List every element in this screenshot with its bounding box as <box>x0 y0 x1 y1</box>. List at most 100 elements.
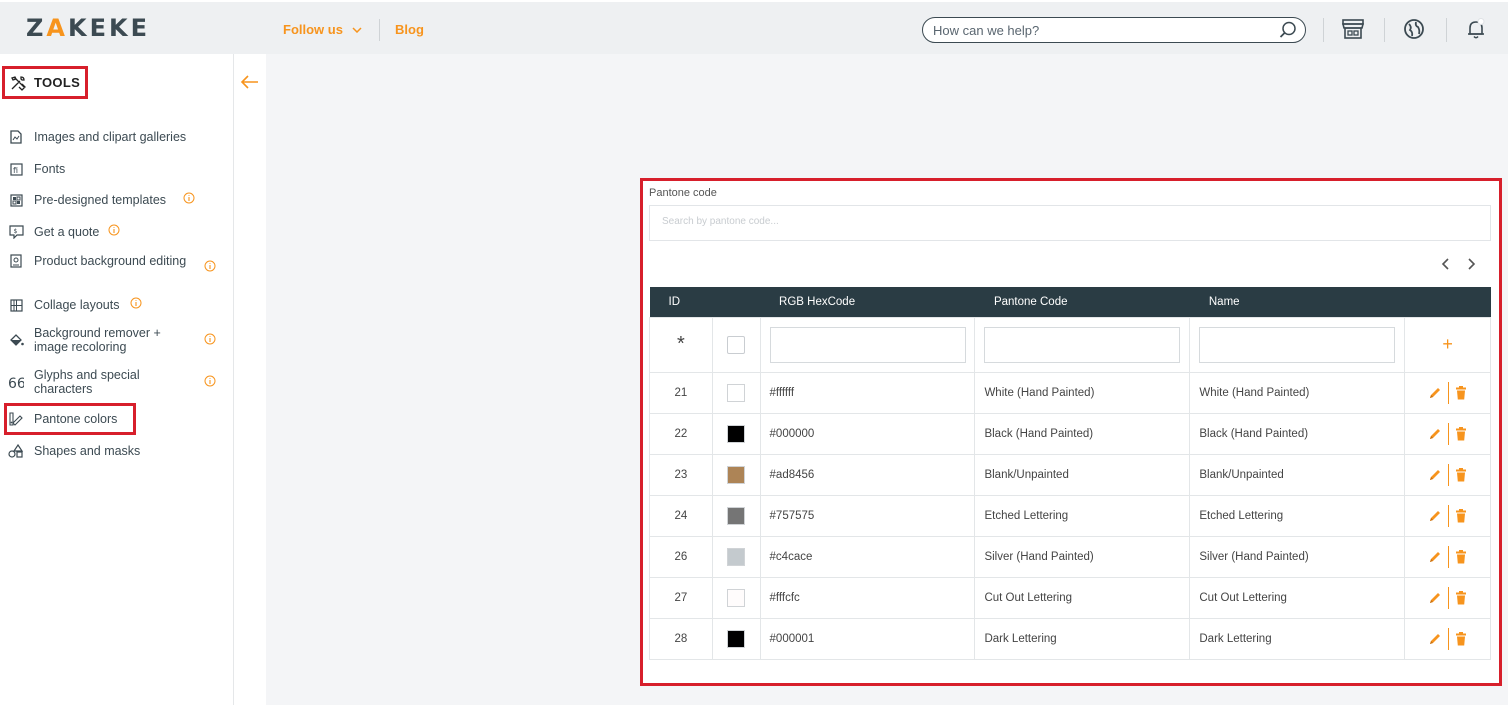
quote-marks-icon: 66 <box>8 376 24 388</box>
cell-name: Black (Hand Painted) <box>1189 412 1406 455</box>
action-divider <box>1448 545 1450 568</box>
row-actions <box>1404 453 1491 496</box>
info-icon[interactable] <box>204 333 216 345</box>
follow-us-menu[interactable]: Follow us <box>283 22 362 37</box>
info-icon[interactable] <box>183 192 195 204</box>
action-divider <box>1448 504 1450 527</box>
svg-text:66: 66 <box>8 376 24 388</box>
arrow-left-icon[interactable] <box>240 74 260 90</box>
new-name-input[interactable] <box>1199 326 1396 363</box>
cell-hex: #757575 <box>759 494 976 537</box>
blog-link[interactable]: Blog <box>395 22 424 37</box>
chevron-left-icon[interactable] <box>1439 257 1451 271</box>
cell-id: 21 <box>649 371 713 414</box>
template-icon <box>9 193 23 207</box>
table-row: 21 #ffffff White (Hand Painted) White (Hand… <box>649 371 1491 414</box>
table-row: 27 #fffcfc Cut Out Lettering Cut Out Letter… <box>649 576 1491 619</box>
tools-icon <box>11 75 26 91</box>
main-content: Pantone code ID RGB HexCode Pantone Code… <box>234 54 1508 705</box>
column-header-pantone[interactable]: Pantone Code <box>974 287 1190 317</box>
cell-hex: #000001 <box>759 617 976 660</box>
collapse-column <box>234 54 266 705</box>
pencil-icon[interactable] <box>1428 386 1442 400</box>
add-row-button[interactable]: + <box>1404 316 1491 373</box>
trash-icon[interactable] <box>1455 590 1467 605</box>
pantone-table: ID RGB HexCode Pantone Code Name * + 21 … <box>649 287 1491 660</box>
row-actions <box>1404 412 1491 455</box>
sidebar-item-pantone-colors[interactable]: Pantone colors <box>8 411 218 427</box>
color-swatch[interactable] <box>727 424 746 443</box>
sidebar-item-shapes-masks[interactable]: Shapes and masks <box>8 443 218 459</box>
color-swatch[interactable] <box>727 629 746 648</box>
new-row-checkbox[interactable] <box>727 335 746 354</box>
new-pantone-input[interactable] <box>984 326 1181 363</box>
help-search-box[interactable] <box>922 17 1306 43</box>
sidebar-item-glyphs[interactable]: 66 Glyphs and special characters <box>8 368 216 396</box>
pencil-icon[interactable] <box>1428 632 1442 646</box>
tools-title: TOOLS <box>34 75 81 90</box>
trash-icon[interactable] <box>1455 508 1467 523</box>
row-actions <box>1404 535 1491 578</box>
info-icon[interactable] <box>204 375 216 387</box>
chevron-right-icon[interactable] <box>1466 257 1478 271</box>
cell-name: White (Hand Painted) <box>1189 371 1406 414</box>
info-icon[interactable] <box>130 297 142 309</box>
sidebar-item-images-clipart[interactable]: Images and clipart galleries <box>8 129 218 145</box>
pantone-search-box[interactable] <box>649 205 1491 241</box>
store-icon[interactable] <box>1341 18 1365 40</box>
pencil-icon[interactable] <box>1428 550 1442 564</box>
info-icon[interactable] <box>108 224 120 236</box>
trash-icon[interactable] <box>1455 385 1467 400</box>
cell-hex: #ffffff <box>759 371 976 414</box>
action-divider <box>1448 463 1450 486</box>
pencil-icon[interactable] <box>1428 509 1442 523</box>
row-actions <box>1404 494 1491 537</box>
svg-text:$: $ <box>13 228 17 235</box>
pencil-icon[interactable] <box>1428 468 1442 482</box>
info-icon[interactable] <box>204 260 216 272</box>
tools-sidebar: TOOLS Images and clipart galleries fi Fo… <box>0 54 234 705</box>
sidebar-item-label: Collage layouts <box>34 298 120 312</box>
pencil-icon[interactable] <box>1428 591 1442 605</box>
action-divider <box>1448 586 1450 609</box>
trash-icon[interactable] <box>1455 549 1467 564</box>
color-swatch[interactable] <box>727 383 746 402</box>
sidebar-item-label: Fonts <box>34 162 66 176</box>
globe-icon[interactable] <box>1403 18 1425 40</box>
column-header-hex[interactable]: RGB HexCode <box>760 287 975 317</box>
image-file-icon <box>10 130 22 144</box>
zakeke-logo[interactable]: ZAKEKE <box>26 14 150 42</box>
table-row: 22 #000000 Black (Hand Painted) Black (Hand… <box>649 412 1491 455</box>
pantone-search-input[interactable] <box>662 216 1462 227</box>
cell-name: Silver (Hand Painted) <box>1189 535 1406 578</box>
top-bar: ZAKEKE Follow us Blog <box>0 0 1508 54</box>
new-hex-input[interactable] <box>769 326 966 363</box>
divider <box>1323 18 1324 42</box>
sidebar-item-fonts[interactable]: fi Fonts <box>8 161 218 177</box>
sidebar-item-get-quote[interactable]: $ Get a quote <box>8 224 218 240</box>
column-header-swatch <box>712 287 761 317</box>
color-swatch[interactable] <box>727 506 746 525</box>
cell-pantone-code: White (Hand Painted) <box>974 371 1191 414</box>
column-header-id[interactable]: ID <box>649 287 713 317</box>
color-swatch[interactable] <box>727 547 746 566</box>
color-swatch[interactable] <box>727 465 746 484</box>
trash-icon[interactable] <box>1455 467 1467 482</box>
help-search-input[interactable] <box>933 21 1263 39</box>
trash-icon[interactable] <box>1455 631 1467 646</box>
pencil-icon[interactable] <box>1428 427 1442 441</box>
action-divider <box>1448 627 1450 650</box>
bell-icon[interactable] <box>1465 18 1487 40</box>
sidebar-item-templates[interactable]: Pre-designed templates <box>8 192 218 208</box>
search-icon[interactable] <box>1279 21 1297 39</box>
sidebar-item-background-editing[interactable]: Product background editing <box>8 253 216 272</box>
sidebar-item-background-remover[interactable]: Background remover + image recoloring <box>8 326 216 354</box>
color-swatch[interactable] <box>727 588 746 607</box>
column-header-name[interactable]: Name <box>1189 287 1405 317</box>
sidebar-item-collage-layouts[interactable]: Collage layouts <box>8 297 218 313</box>
cell-name: Blank/Unpainted <box>1189 453 1406 496</box>
svg-text:fi: fi <box>13 166 18 175</box>
trash-icon[interactable] <box>1455 426 1467 441</box>
cell-pantone-code: Cut Out Lettering <box>974 576 1191 619</box>
quote-icon: $ <box>8 225 24 239</box>
